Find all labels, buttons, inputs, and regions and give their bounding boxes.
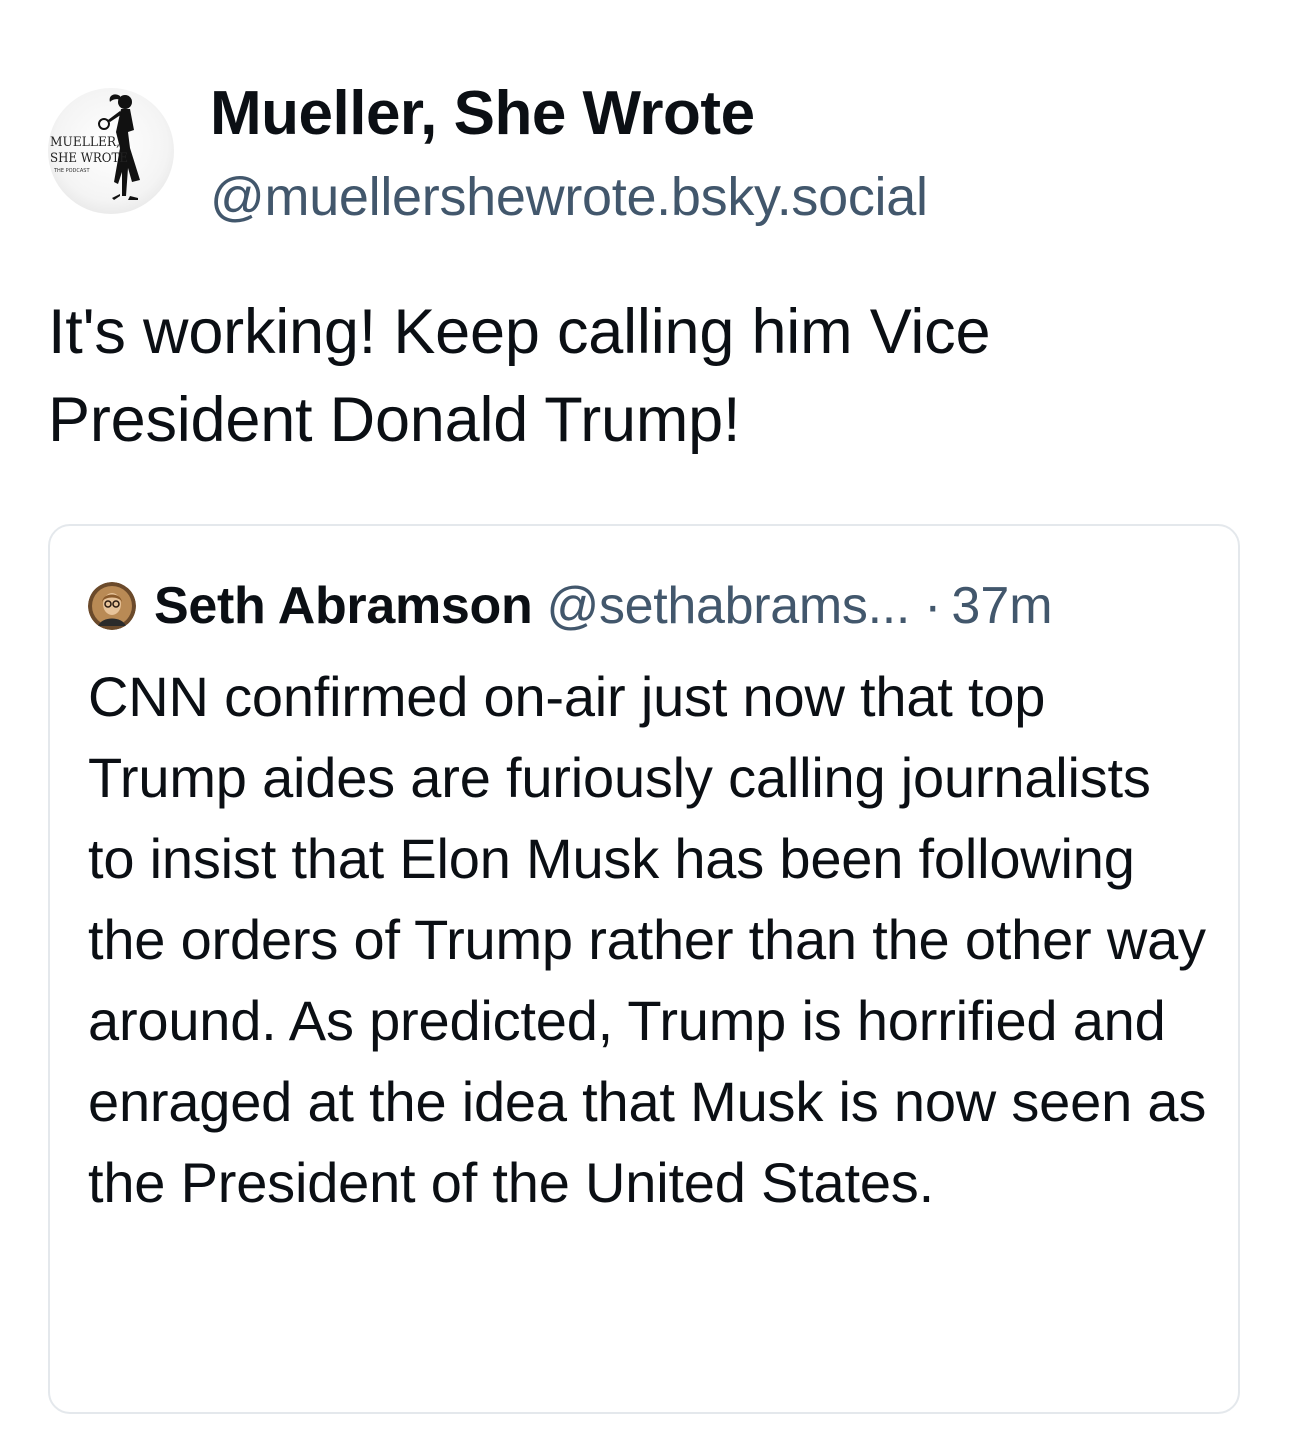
quoted-author-display-name[interactable]: Seth Abramson (154, 576, 533, 636)
person-avatar-icon (88, 582, 136, 630)
quoted-post-header: Seth Abramson @sethabrams... · 37m (88, 576, 1053, 636)
quoted-author-handle[interactable]: @sethabrams... (546, 576, 910, 636)
svg-text:THE PODCAST: THE PODCAST (53, 168, 90, 174)
svg-text:MUELLER,: MUELLER, (50, 135, 120, 150)
mueller-she-wrote-logo-icon: MUELLER, SHE WROTE THE PODCAST (50, 94, 140, 200)
separator-dot: · (924, 577, 942, 635)
quoted-post-time[interactable]: 37m (951, 576, 1052, 636)
author-display-name[interactable]: Mueller, She Wrote (210, 78, 755, 149)
quoted-author-avatar[interactable] (88, 582, 136, 630)
quoted-post-card[interactable]: Seth Abramson @sethabrams... · 37m CNN c… (48, 524, 1240, 1414)
author-handle[interactable]: @muellershewrote.bsky.social (210, 166, 928, 228)
post: MUELLER, SHE WROTE THE PODCAST Mueller, … (0, 0, 1290, 1433)
author-avatar[interactable]: MUELLER, SHE WROTE THE PODCAST (48, 88, 174, 214)
quoted-post-text: CNN confirmed on-air just now that top T… (88, 665, 1207, 1214)
post-text: It's working! Keep calling him Vice Pres… (48, 297, 991, 455)
svg-text:SHE WROTE: SHE WROTE (50, 151, 128, 166)
